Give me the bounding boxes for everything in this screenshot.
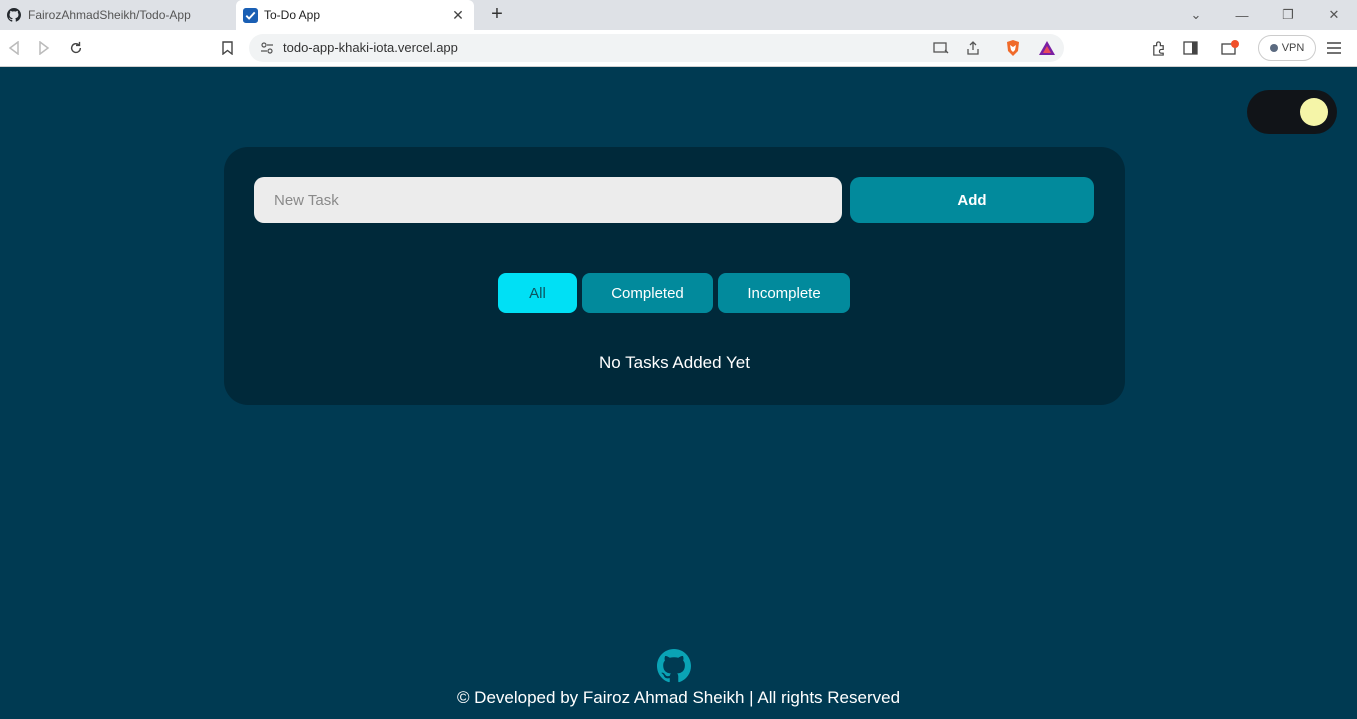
tab-search-icon[interactable]: ⌄ <box>1176 0 1216 30</box>
close-window-icon[interactable]: ✕ <box>1314 0 1354 30</box>
github-icon[interactable] <box>657 649 691 683</box>
vpn-status-icon <box>1269 44 1278 52</box>
add-task-button[interactable]: Add <box>850 177 1094 223</box>
vpn-label: VPN <box>1281 42 1305 54</box>
brave-shields-icon[interactable] <box>1003 38 1023 58</box>
brave-rewards-icon[interactable] <box>1037 38 1057 58</box>
wallet-icon[interactable] <box>1220 38 1240 58</box>
close-tab-icon[interactable]: ✕ <box>450 7 466 23</box>
tab-todo-app[interactable]: To-Do App ✕ <box>236 0 474 30</box>
cast-icon[interactable] <box>931 38 951 58</box>
filter-incomplete-button[interactable]: Incomplete <box>718 273 850 313</box>
bookmark-icon[interactable] <box>217 38 237 58</box>
filter-all-button[interactable]: All <box>498 273 577 313</box>
footer-credit: © Developed by Fairoz Ahmad Sheikh | All… <box>456 688 901 707</box>
tab-title: To-Do App <box>264 8 321 22</box>
tab-title: FairozAhmadSheikh/Todo-App <box>28 8 191 22</box>
github-icon <box>6 7 22 23</box>
empty-tasks-message: No Tasks Added Yet <box>599 353 750 372</box>
extensions-icon[interactable] <box>1148 38 1168 58</box>
back-icon[interactable] <box>4 38 24 58</box>
menu-icon[interactable] <box>1324 38 1344 58</box>
vpn-button[interactable]: VPN <box>1258 35 1316 61</box>
new-task-input[interactable] <box>254 177 842 223</box>
tab-github-repo[interactable]: FairozAhmadSheikh/Todo-App <box>0 0 232 30</box>
reload-icon[interactable] <box>66 38 86 58</box>
site-settings-icon[interactable] <box>257 38 277 58</box>
sidebar-icon[interactable] <box>1180 38 1200 58</box>
new-tab-icon[interactable]: + <box>486 3 508 25</box>
browser-toolbar: todo-app-khaki-iota.vercel.app VPN <box>0 30 1357 67</box>
forward-icon[interactable] <box>34 38 54 58</box>
filter-completed-button[interactable]: Completed <box>582 273 713 313</box>
url-text: todo-app-khaki-iota.vercel.app <box>283 40 458 55</box>
address-bar[interactable]: todo-app-khaki-iota.vercel.app <box>249 34 1064 62</box>
share-icon[interactable] <box>963 38 983 58</box>
browser-tab-bar: FairozAhmadSheikh/Todo-App To-Do App ✕ +… <box>0 0 1357 30</box>
restore-icon[interactable]: ❐ <box>1268 0 1308 30</box>
page-body: Add All Completed Incomplete No Tasks Ad… <box>0 67 1357 719</box>
theme-toggle-knob <box>1300 98 1328 126</box>
minimize-icon[interactable]: — <box>1222 0 1262 30</box>
checkbox-icon <box>242 7 258 23</box>
